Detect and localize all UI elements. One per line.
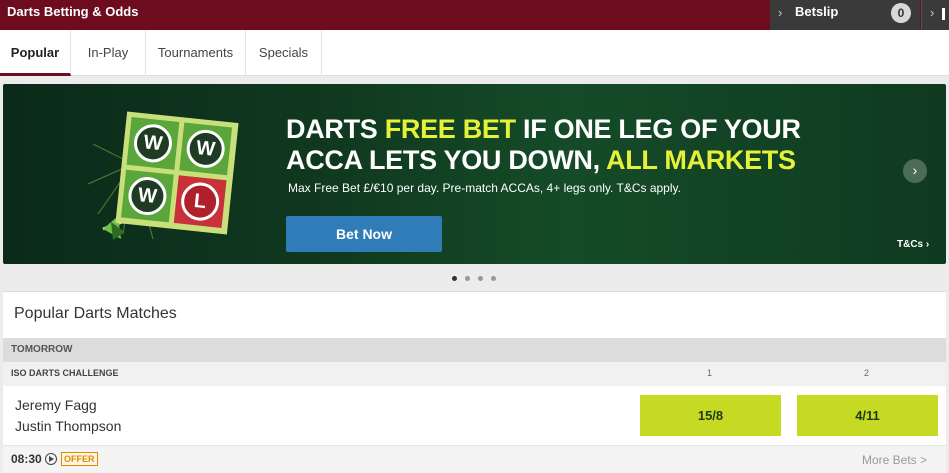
- promo-banner[interactable]: W W W L DARTS FREE BET IF ONE LEG OF YOU…: [3, 84, 946, 264]
- tab-specials[interactable]: Specials: [246, 30, 322, 76]
- column-header-2: 2: [864, 368, 870, 378]
- mybets-button[interactable]: ›: [921, 0, 949, 30]
- tcs-link[interactable]: T&Cs ›: [897, 239, 929, 250]
- player-1-name[interactable]: Jeremy Fagg: [15, 397, 97, 413]
- event-time: 08:30: [11, 452, 42, 466]
- day-header: TOMORROW: [3, 338, 946, 362]
- betslip-label: Betslip: [795, 4, 839, 19]
- carousel-dot[interactable]: [452, 276, 457, 281]
- competition-header: ISO DARTS CHALLENGE 1 2: [3, 362, 946, 386]
- mybets-label-fragment: [942, 8, 945, 20]
- more-bets-link[interactable]: More Bets >: [862, 453, 927, 467]
- win-badge: W: [184, 127, 227, 170]
- tab-tournaments[interactable]: Tournaments: [146, 30, 246, 76]
- carousel-dot[interactable]: [465, 276, 470, 281]
- tab-in-play[interactable]: In-Play: [71, 30, 146, 76]
- event-footer: 08:30 OFFER More Bets >: [3, 445, 946, 473]
- tab-popular[interactable]: Popular: [0, 30, 71, 76]
- win-badge: W: [132, 122, 174, 165]
- carousel-next-button[interactable]: ›: [903, 159, 927, 183]
- odds-button-away[interactable]: 4/11: [797, 395, 938, 436]
- carousel-dot[interactable]: [491, 276, 496, 281]
- odds-button-home[interactable]: 15/8: [640, 395, 781, 436]
- bet-now-button[interactable]: Bet Now: [286, 216, 442, 252]
- column-header-1: 1: [707, 368, 713, 378]
- betslip-count-badge: 0: [891, 3, 911, 23]
- popular-matches-card: Popular Darts Matches TOMORROW ISO DARTS…: [3, 291, 946, 473]
- scoreboard-graphic: W W W L: [115, 111, 239, 235]
- chevron-right-icon: ›: [778, 5, 783, 20]
- win-badge: W: [126, 175, 169, 217]
- loss-badge: L: [179, 180, 222, 223]
- tab-bar: Popular In-Play Tournaments Specials: [0, 30, 949, 76]
- carousel-dot[interactable]: [478, 276, 483, 281]
- chevron-right-icon: ›: [930, 5, 935, 20]
- top-bar: Darts Betting & Odds › Betslip 0 ›: [0, 0, 949, 30]
- betslip-button[interactable]: › Betslip 0: [770, 0, 920, 30]
- section-title: Popular Darts Matches: [14, 305, 177, 322]
- offer-badge: OFFER: [61, 452, 98, 466]
- competition-name: ISO DARTS CHALLENGE: [11, 368, 119, 378]
- promo-terms-text: Max Free Bet £/€10 per day. Pre-match AC…: [288, 181, 681, 195]
- promo-headline: DARTS FREE BET IF ONE LEG OF YOUR ACCA L…: [286, 114, 801, 175]
- page-title: Darts Betting & Odds: [7, 4, 139, 19]
- player-2-name[interactable]: Justin Thompson: [15, 418, 121, 434]
- play-icon: [45, 453, 57, 465]
